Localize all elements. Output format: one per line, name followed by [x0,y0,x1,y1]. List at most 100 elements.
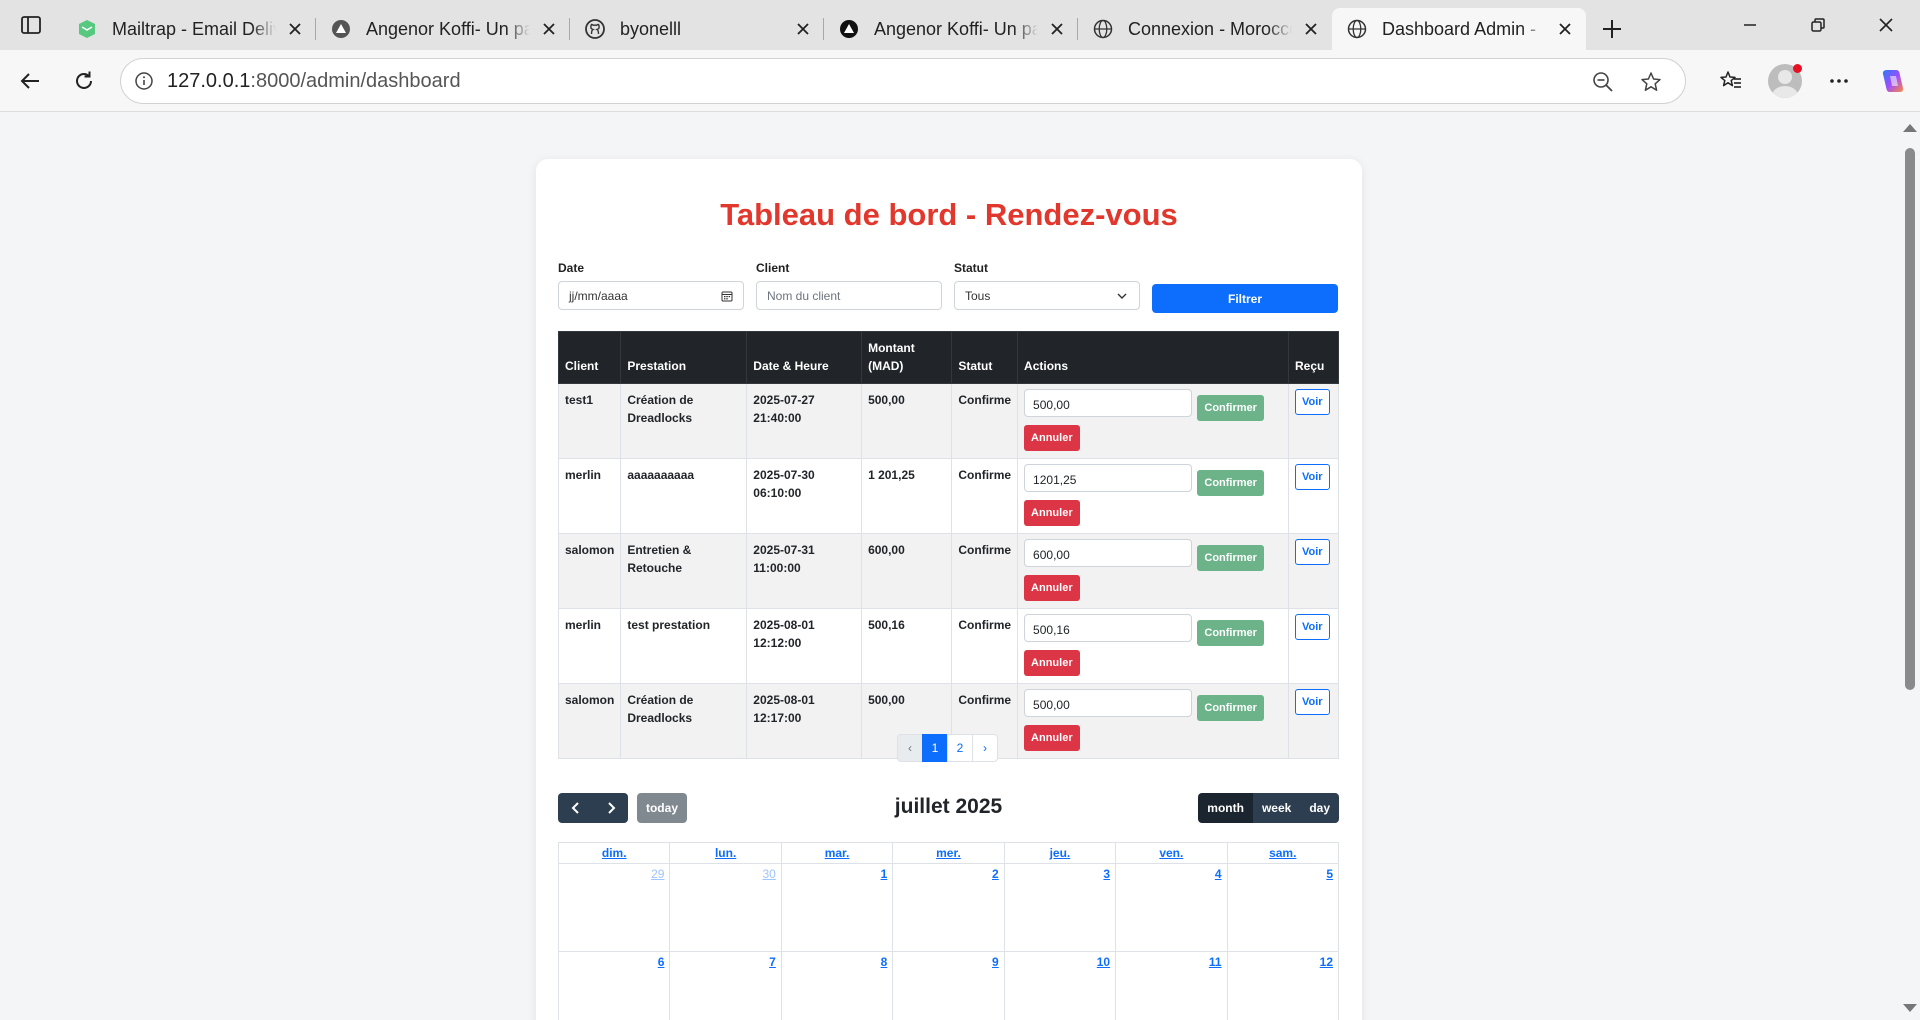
confirm-button[interactable]: Confirmer [1197,620,1264,646]
weekday-header[interactable]: sam. [1226,842,1340,864]
browser-tab[interactable]: byonelll [570,8,824,50]
zoom-out-button[interactable] [1579,59,1627,105]
day-number[interactable]: 29 [651,867,664,881]
minimize-button[interactable] [1716,0,1784,50]
calendar-day-cell[interactable]: 29 [557,863,671,952]
filter-button[interactable]: Filtrer [1152,284,1338,313]
browser-tab-active[interactable]: Dashboard Admin - [1332,8,1586,50]
close-icon[interactable] [284,18,306,40]
weekday-header[interactable]: mer. [892,842,1005,864]
calendar-day-cell[interactable]: 5 [1226,863,1340,952]
calendar-day-cell[interactable]: 9 [892,951,1005,1020]
page-viewport[interactable]: Tableau de bord - Rendez-vous Date jj/mm… [0,112,1920,1020]
browser-tab[interactable]: Mailtrap - Email Delivery Platform [62,8,316,50]
close-icon[interactable] [1554,18,1576,40]
day-number[interactable]: 5 [1326,867,1333,881]
view-receipt-button[interactable]: Voir [1295,539,1330,565]
close-icon[interactable] [1300,18,1322,40]
amount-input[interactable]: 500,00 [1024,389,1193,417]
weekday-header[interactable]: ven. [1115,842,1228,864]
new-tab-button[interactable] [1586,8,1638,50]
scroll-down-arrow-icon[interactable] [1903,1004,1917,1012]
profile-button[interactable] [1758,50,1812,112]
calendar-day-cell[interactable]: 30 [669,863,782,952]
day-number[interactable]: 3 [1103,867,1110,881]
day-number[interactable]: 11 [1209,955,1222,969]
close-window-button[interactable] [1852,0,1920,50]
cancel-button[interactable]: Annuler [1024,575,1080,601]
calendar-prev-button[interactable] [558,793,593,823]
confirm-button[interactable]: Confirmer [1197,470,1264,496]
close-icon[interactable] [792,18,814,40]
calendar-day-cell[interactable]: 10 [1003,951,1117,1020]
calendar-day-cell[interactable]: 12 [1226,951,1340,1020]
site-info-icon[interactable] [121,58,167,104]
day-number[interactable]: 2 [992,867,999,881]
view-week-button[interactable]: week [1252,793,1301,823]
pagination-page-1[interactable]: 1 [922,734,948,762]
calendar-day-cell[interactable]: 3 [1003,863,1117,952]
day-number[interactable]: 7 [769,955,776,969]
scroll-up-arrow-icon[interactable] [1903,124,1917,132]
amount-input[interactable]: 500,16 [1024,614,1193,642]
date-input[interactable]: jj/mm/aaaa [558,281,744,310]
view-day-button[interactable]: day [1300,793,1339,823]
day-number[interactable]: 30 [762,867,775,881]
calendar-day-cell[interactable]: 11 [1115,951,1228,1020]
amount-input[interactable]: 600,00 [1024,539,1193,567]
calendar-icon[interactable] [721,290,733,302]
scrollbar-thumb[interactable] [1905,148,1915,690]
close-icon[interactable] [538,18,560,40]
day-number[interactable]: 9 [992,955,999,969]
view-receipt-button[interactable]: Voir [1295,389,1330,415]
cancel-button[interactable]: Annuler [1024,500,1080,526]
day-number[interactable]: 8 [881,955,888,969]
confirm-button[interactable]: Confirmer [1197,545,1264,571]
weekday-header[interactable]: dim. [557,842,671,864]
client-input[interactable]: Nom du client [756,281,942,310]
browser-tab[interactable]: Angenor Koffi- Un passionné [316,8,570,50]
pagination-next[interactable]: › [972,734,998,762]
day-number[interactable]: 10 [1097,955,1110,969]
reload-button[interactable] [60,57,108,105]
cancel-button[interactable]: Annuler [1024,650,1080,676]
restore-button[interactable] [1784,0,1852,50]
calendar-next-button[interactable] [593,793,628,823]
weekday-header[interactable]: jeu. [1003,842,1117,864]
day-number[interactable]: 6 [658,955,665,969]
view-receipt-button[interactable]: Voir [1295,614,1330,640]
day-number[interactable]: 4 [1215,867,1222,881]
browser-tab[interactable]: Connexion - Morocco [1078,8,1332,50]
amount-input[interactable]: 500,00 [1024,689,1193,717]
favorite-button[interactable] [1627,59,1675,105]
calendar-day-cell[interactable]: 4 [1115,863,1228,952]
copilot-button[interactable] [1866,50,1920,112]
weekday-header[interactable]: mar. [780,842,894,864]
back-button[interactable] [6,57,54,105]
calendar-day-cell[interactable]: 1 [780,863,894,952]
view-receipt-button[interactable]: Voir [1295,464,1330,490]
page-scrollbar[interactable] [1898,112,1920,1020]
browser-tab[interactable]: Angenor Koffi- Un passionné [824,8,1078,50]
cancel-button[interactable]: Annuler [1024,425,1080,451]
settings-menu-button[interactable] [1812,50,1866,112]
favorites-button[interactable] [1704,50,1758,112]
address-bar[interactable]: 127.0.0.1:8000/admin/dashboard [120,58,1686,104]
calendar-day-cell[interactable]: 2 [892,863,1005,952]
day-number[interactable]: 1 [881,867,888,881]
view-month-button[interactable]: month [1198,793,1253,823]
day-number[interactable]: 12 [1320,955,1333,969]
view-receipt-button[interactable]: Voir [1295,689,1330,715]
cancel-button[interactable]: Annuler [1024,725,1080,751]
confirm-button[interactable]: Confirmer [1197,395,1264,421]
pagination-page-2[interactable]: 2 [947,734,973,762]
today-button[interactable]: today [637,793,687,823]
calendar-day-cell[interactable]: 7 [669,951,782,1020]
calendar-day-cell[interactable]: 8 [780,951,894,1020]
weekday-header[interactable]: lun. [669,842,782,864]
close-icon[interactable] [1046,18,1068,40]
calendar-day-cell[interactable]: 6 [557,951,671,1020]
status-select[interactable]: Tous [954,281,1140,310]
amount-input[interactable]: 1201,25 [1024,464,1193,492]
tab-actions-button[interactable] [0,0,62,50]
